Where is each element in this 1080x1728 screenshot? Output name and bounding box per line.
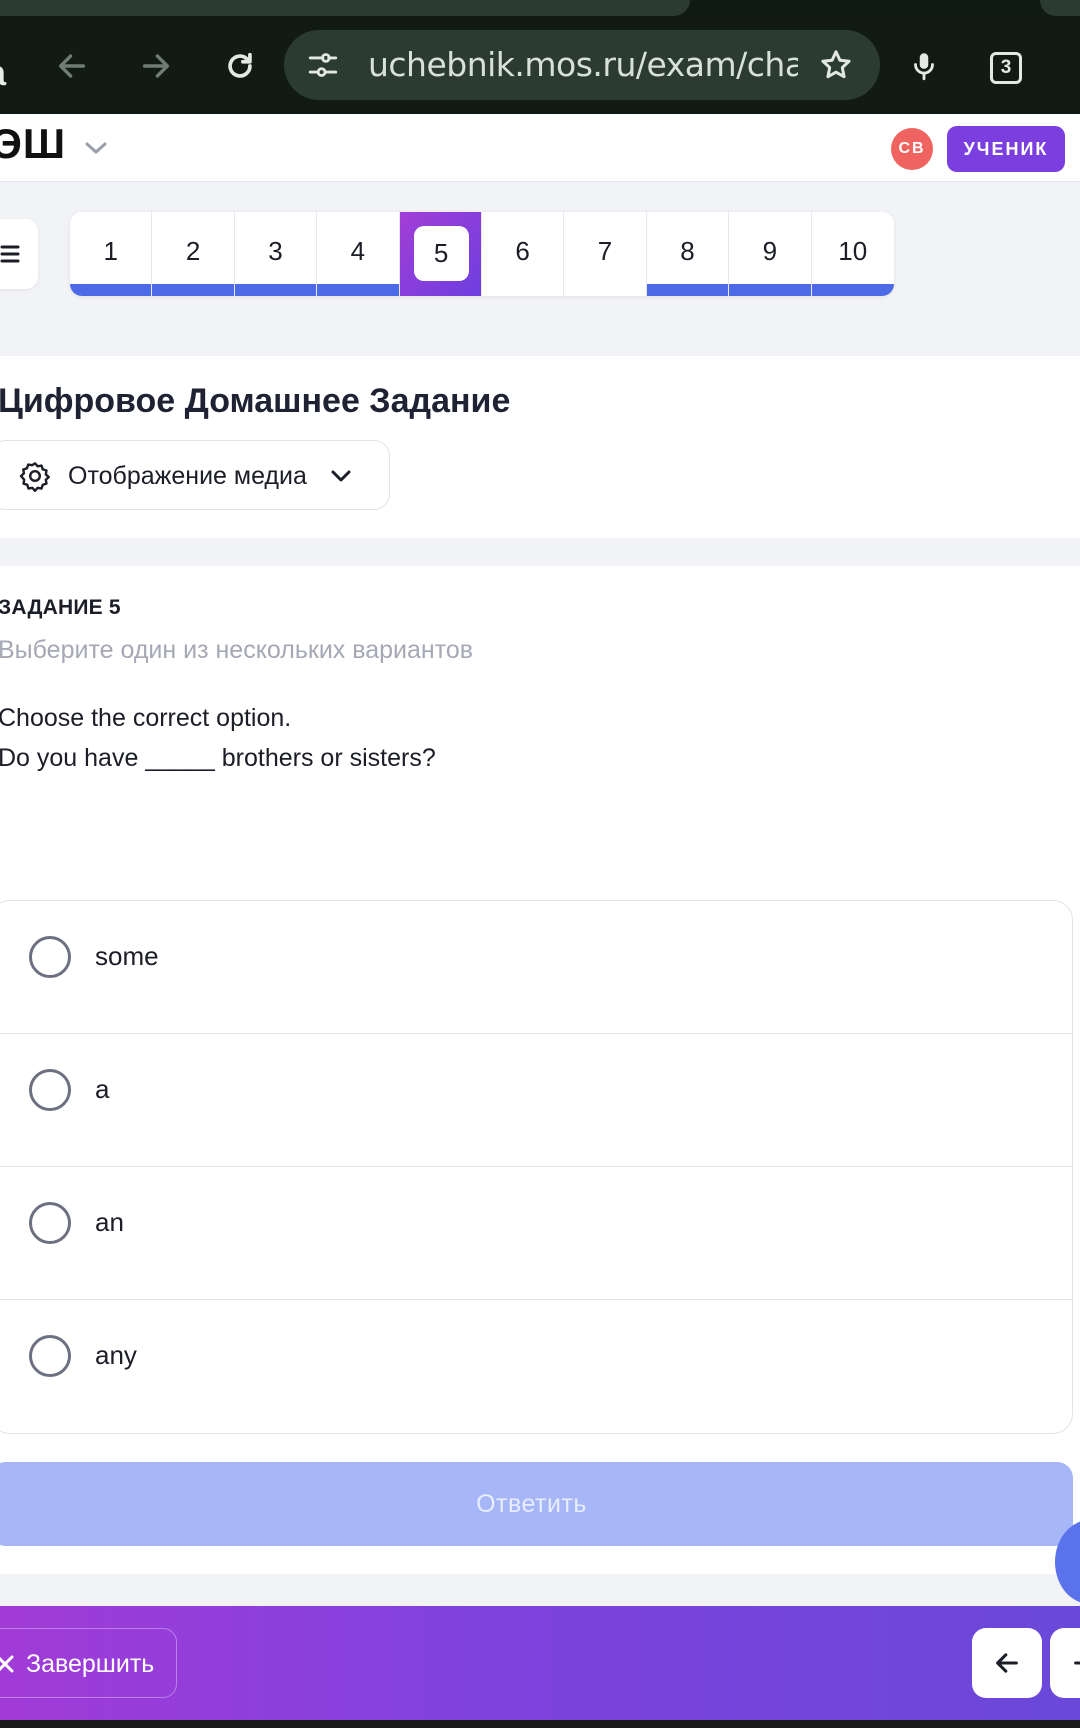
forward-arrow-icon[interactable]	[128, 38, 184, 94]
question-nav-number: 7	[597, 236, 613, 266]
question-nav-item[interactable]: 5	[399, 212, 482, 296]
tab-count-badge[interactable]: 3	[990, 52, 1022, 84]
browser-edge-text: a	[0, 52, 6, 94]
task-text: Choose the correct option. Do you have _…	[0, 698, 436, 778]
footer-bar: Завершить	[0, 1606, 1080, 1720]
question-nav-item[interactable]: 9	[729, 212, 812, 296]
question-nav-number: 6	[515, 236, 530, 266]
question-nav-number: 2	[185, 236, 201, 266]
question-nav-number: 5	[413, 226, 469, 281]
task-hint: Выберите один из нескольких вариантов	[0, 636, 474, 664]
reload-icon[interactable]	[212, 38, 268, 94]
microphone-icon[interactable]	[896, 38, 952, 94]
url-text[interactable]: uchebnik.mos.ru/exam/challe	[368, 30, 798, 100]
radio-button[interactable]	[29, 1202, 71, 1244]
chevron-down-icon	[331, 470, 351, 482]
chevron-down-icon[interactable]	[82, 138, 110, 158]
menu-icon	[0, 245, 20, 263]
address-bar[interactable]: uchebnik.mos.ru/exam/challe	[284, 30, 880, 100]
task-instruction: Choose the correct option.	[0, 704, 292, 732]
browser-tab[interactable]	[0, 0, 690, 16]
arrow-left-icon	[996, 1653, 1018, 1673]
app-header: ЭШ СВ УЧЕНИК	[0, 114, 1080, 182]
title-card: Цифровое Домашнее Задание Отображение ме…	[0, 356, 1080, 538]
task-label: ЗАДАНИЕ 5	[0, 596, 121, 619]
radio-button[interactable]	[29, 1335, 71, 1377]
logo[interactable]: ЭШ	[0, 120, 66, 168]
question-navigator-area: 1 2 3 4 5 6 7 8 9 10	[0, 182, 1080, 356]
media-display-dropdown[interactable]: Отображение медиа	[0, 440, 390, 510]
answer-option[interactable]: some	[0, 901, 1072, 1034]
submit-answer-button[interactable]: Ответить	[0, 1462, 1073, 1546]
answer-option[interactable]: a	[0, 1034, 1072, 1167]
question-nav-number: 9	[762, 236, 778, 266]
question-nav-item[interactable]: 3	[234, 212, 318, 296]
question-nav-item[interactable]: 2	[152, 212, 235, 296]
question-nav-item[interactable]: 4	[317, 212, 400, 296]
role-badge[interactable]: УЧЕНИК	[947, 126, 1065, 172]
site-settings-icon[interactable]	[306, 48, 340, 82]
bottom-edge	[0, 1720, 1080, 1728]
question-navigator: 1 2 3 4 5 6 7 8 9 10	[70, 212, 894, 296]
close-icon	[0, 1655, 14, 1673]
question-nav-item[interactable]: 1	[70, 212, 153, 296]
task-question: Do you have _____ brothers or sisters?	[0, 744, 436, 772]
option-label: any	[95, 1340, 137, 1370]
finish-label: Завершить	[26, 1650, 155, 1678]
question-nav-item[interactable]: 7	[564, 212, 647, 296]
question-nav-item[interactable]: 6	[482, 212, 565, 296]
task-card: ЗАДАНИЕ 5 Выберите один из нескольких ва…	[0, 566, 1080, 1574]
finish-button[interactable]: Завершить	[0, 1628, 177, 1698]
arrow-right-icon	[1074, 1661, 1080, 1665]
option-label: a	[95, 1074, 110, 1104]
question-nav-number: 8	[680, 236, 695, 266]
answer-option[interactable]: an	[0, 1167, 1072, 1300]
question-nav-item[interactable]: 8	[646, 212, 730, 296]
gear-icon	[19, 462, 50, 492]
menu-button[interactable]	[0, 219, 38, 289]
browser-toolbar: a uchebnik.mos.ru/exam/challe 3	[0, 16, 1080, 114]
question-nav-number: 1	[103, 236, 118, 266]
media-display-label: Отображение медиа	[68, 462, 307, 490]
page-title: Цифровое Домашнее Задание	[0, 382, 511, 420]
back-arrow-icon[interactable]	[44, 38, 100, 94]
option-label: an	[95, 1207, 124, 1237]
answer-options: some a an any	[0, 900, 1073, 1434]
radio-button[interactable]	[29, 936, 71, 978]
question-nav-number: 3	[268, 236, 283, 266]
next-question-button[interactable]	[1050, 1628, 1080, 1698]
question-nav-number: 10	[838, 236, 868, 266]
avatar[interactable]: СВ	[891, 128, 933, 170]
question-nav-item[interactable]: 10	[811, 212, 894, 296]
question-nav-number: 4	[350, 236, 366, 266]
answer-option[interactable]: any	[0, 1300, 1072, 1433]
radio-button[interactable]	[29, 1069, 71, 1111]
browser-tabstrip	[0, 0, 1080, 16]
option-label: some	[95, 941, 159, 971]
bookmark-star-icon[interactable]	[818, 47, 854, 83]
previous-question-button[interactable]	[972, 1628, 1042, 1698]
browser-tab-new[interactable]	[1040, 0, 1080, 16]
